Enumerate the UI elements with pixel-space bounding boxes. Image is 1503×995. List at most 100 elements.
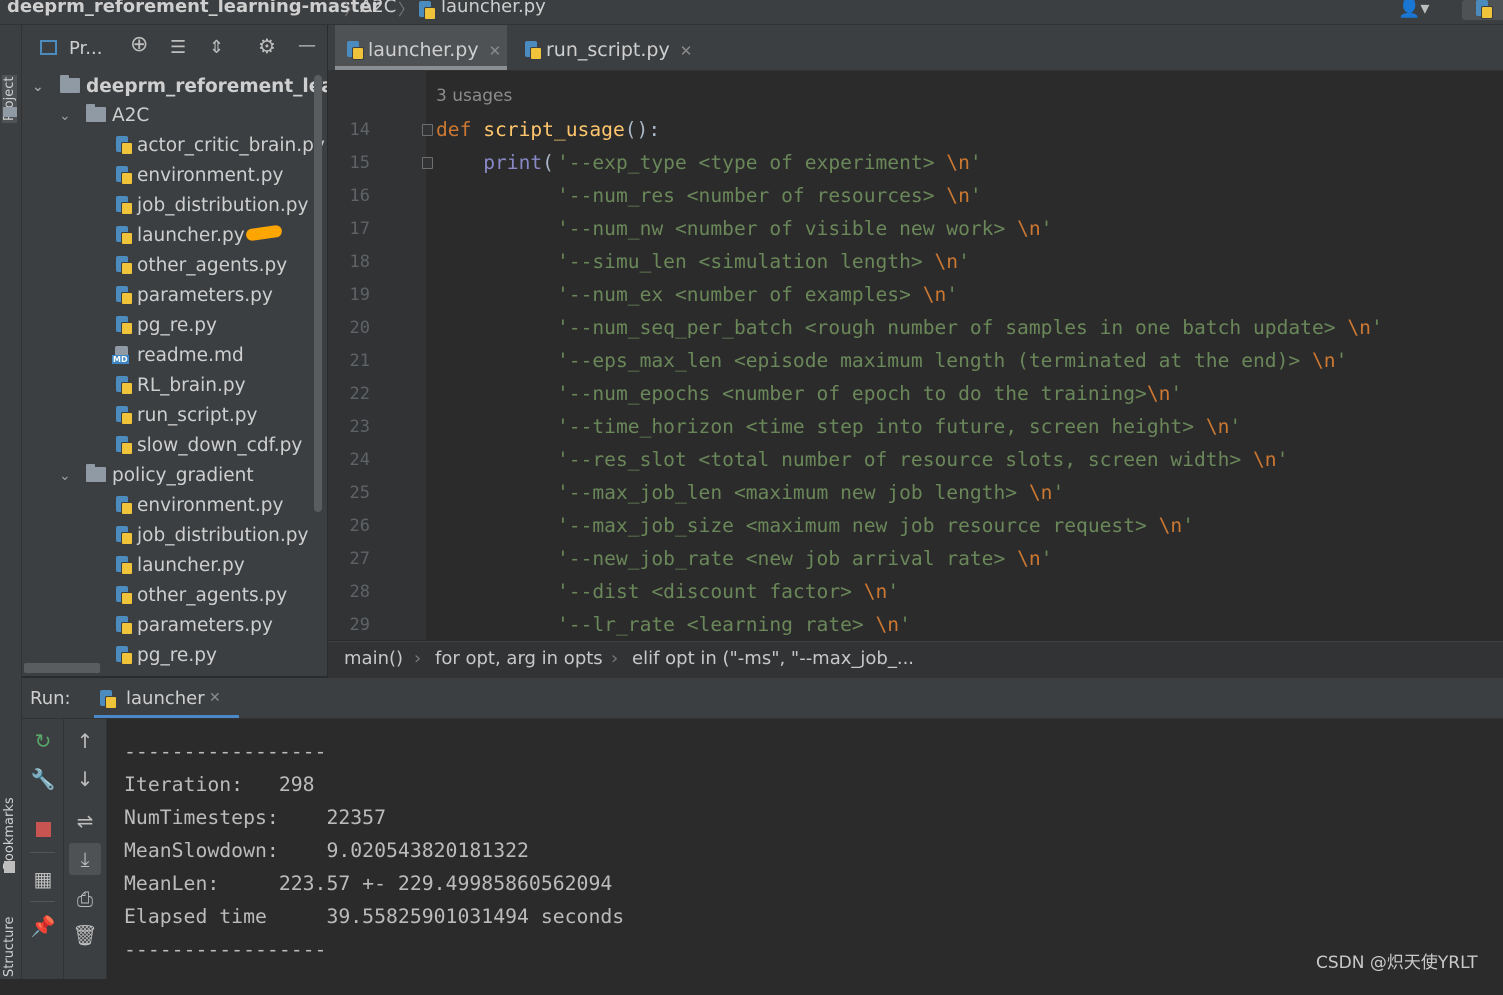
code-line: '--num_nw <number of visible new work> \… xyxy=(557,217,1053,240)
close-icon[interactable]: ✕ xyxy=(209,690,221,706)
python-file-icon xyxy=(523,41,542,60)
layout-icon[interactable]: ▦ xyxy=(22,867,64,891)
nav-project[interactable]: deeprm_reforement_learning-master xyxy=(7,0,380,17)
hide-panel-icon[interactable]: — xyxy=(298,37,316,55)
markdown-file-icon xyxy=(112,346,132,364)
wrench-icon[interactable]: 🔧 xyxy=(22,767,64,791)
horizontal-scrollbar[interactable] xyxy=(24,663,100,673)
collapse-all-icon[interactable]: ⇕ xyxy=(209,39,224,57)
console-line: ----------------- xyxy=(124,740,327,763)
fold-marker-icon[interactable] xyxy=(422,124,433,136)
project-folder-icon xyxy=(3,107,17,117)
code-line: '--exp_type <type of experiment> \n' xyxy=(557,151,982,174)
line-number: 28 xyxy=(349,582,370,602)
folder-icon xyxy=(60,75,80,93)
breadcrumb-item[interactable]: elif opt in ("-ms", "--max_job_... xyxy=(632,648,914,669)
python-file-icon xyxy=(114,616,133,635)
expand-all-icon[interactable]: ☰ xyxy=(170,39,186,57)
code-line: '--simu_len <simulation length> \n' xyxy=(557,250,970,273)
tree-file[interactable]: parameters.py xyxy=(114,281,273,311)
tree-file[interactable]: environment.py xyxy=(114,491,283,521)
python-file-icon xyxy=(114,136,133,155)
tree-file[interactable]: launcher.py xyxy=(114,551,245,581)
tree-file[interactable]: job_distribution.py xyxy=(114,521,308,551)
project-panel-title[interactable]: Pr... xyxy=(69,38,102,59)
nav-separator-icon: 〉 xyxy=(344,0,361,19)
project-toolbar: Pr... ⊕ ☰ ⇕ ⚙ — xyxy=(22,25,327,71)
arrow-up-icon[interactable]: ↑ xyxy=(64,729,106,753)
close-icon[interactable]: ✕ xyxy=(489,42,502,60)
tree-file[interactable]: pg_re.py xyxy=(114,311,217,341)
project-tool-tab[interactable]: Project xyxy=(0,63,21,143)
close-icon[interactable]: ✕ xyxy=(680,42,693,60)
run-toolbar-primary: ↻ 🔧 ▦ 📌 xyxy=(22,719,64,979)
code-line: '--max_job_size <maximum new job resourc… xyxy=(557,514,1195,537)
breadcrumb-item[interactable]: main() xyxy=(344,648,403,669)
usages-hint[interactable]: 3 usages xyxy=(436,86,512,106)
tree-file[interactable]: other_agents.py xyxy=(114,581,287,611)
python-file-icon xyxy=(114,226,133,245)
nav-file[interactable]: launcher.py xyxy=(441,0,546,17)
tree-file-selected[interactable]: launcher.py xyxy=(114,221,283,251)
soft-wrap-icon[interactable]: ⇌ xyxy=(64,809,106,833)
print-icon[interactable]: ⎙ xyxy=(64,887,106,911)
stop-icon[interactable] xyxy=(35,822,51,837)
editor-tabs: launcher.py ✕ run_script.py ✕ xyxy=(328,25,1503,71)
chevron-down-icon: ⌄ xyxy=(59,468,71,484)
rerun-icon[interactable]: ↻ xyxy=(22,729,64,753)
watermark: CSDN @炽天使YRLT xyxy=(1316,953,1478,973)
console-line: Iteration: 298 xyxy=(124,773,315,796)
code-line: '--res_slot <total number of resource sl… xyxy=(557,448,1289,471)
python-interpreter-button[interactable] xyxy=(1462,0,1503,20)
user-account-icon[interactable]: 👤▾ xyxy=(1398,0,1429,19)
gear-icon[interactable]: ⚙ xyxy=(258,36,276,56)
line-number: 22 xyxy=(349,384,370,404)
tree-file[interactable]: slow_down_cdf.py xyxy=(114,431,302,461)
console-line: NumTimesteps: 22357 xyxy=(124,806,387,829)
locate-file-icon[interactable]: ⊕ xyxy=(130,34,148,56)
run-config-tab[interactable]: launcher ✕ xyxy=(94,678,239,718)
line-number: 25 xyxy=(349,483,370,503)
tree-file[interactable]: pg_re.py xyxy=(114,641,217,671)
bookmarks-tool-tab[interactable]: Bookmarks xyxy=(0,765,21,875)
breadcrumb-item[interactable]: for opt, arg in opts xyxy=(435,648,603,669)
python-file-icon xyxy=(114,256,133,275)
arrow-down-icon[interactable]: ↓ xyxy=(64,767,106,791)
line-number: 29 xyxy=(349,615,370,635)
tree-file[interactable]: other_agents.py xyxy=(114,251,287,281)
tree-file[interactable]: readme.md xyxy=(112,341,244,371)
line-number: 23 xyxy=(349,417,370,437)
tab-run-script-py[interactable]: run_script.py ✕ xyxy=(518,25,693,70)
line-number: 19 xyxy=(349,285,370,305)
console-line: MeanLen: 223.57 +- 229.49985860562094 xyxy=(124,872,613,895)
python-icon xyxy=(1474,0,1493,19)
line-number: 26 xyxy=(349,516,370,536)
tree-file[interactable]: parameters.py xyxy=(114,611,273,641)
vertical-scrollbar[interactable] xyxy=(314,75,322,512)
tree-file[interactable]: environment.py xyxy=(114,161,283,191)
python-file-icon xyxy=(114,196,133,215)
project-panel: Pr... ⊕ ☰ ⇕ ⚙ — ⌄ deeprm_reforement_lear… xyxy=(22,25,327,676)
structure-tool-tab[interactable]: Structure xyxy=(0,905,21,995)
trash-icon[interactable]: 🗑 xyxy=(64,923,106,947)
run-label: Run: xyxy=(30,688,71,709)
tab-launcher-py[interactable]: launcher.py ✕ xyxy=(335,25,507,70)
scroll-to-end-icon[interactable]: ⤓ xyxy=(69,843,101,875)
fold-marker-icon[interactable] xyxy=(422,157,433,169)
run-panel-header: Run: launcher ✕ xyxy=(22,678,1503,719)
tree-file[interactable]: run_script.py xyxy=(114,401,257,431)
line-number: 27 xyxy=(349,549,370,569)
nav-folder[interactable]: A2C xyxy=(360,0,396,17)
pin-icon[interactable]: 📌 xyxy=(22,914,64,938)
code-editor[interactable]: 14 15 16 17 18 19 20 21 22 23 24 25 26 27 28 29 3 usage… xyxy=(328,71,1503,640)
run-console[interactable]: ----------------- Iteration: 298 NumTime… xyxy=(107,719,1503,979)
code-line: def script_usage(): xyxy=(436,118,661,141)
tree-file[interactable]: RL_brain.py xyxy=(114,371,246,401)
folder-icon xyxy=(86,464,106,482)
code-breadcrumb: main() › for opt, arg in opts › elif opt… xyxy=(328,641,1503,678)
code-line: '--eps_max_len <episode maximum length (… xyxy=(557,349,1348,372)
python-file-icon xyxy=(114,406,133,425)
python-file-icon xyxy=(114,166,133,185)
tree-file[interactable]: actor_critic_brain.py xyxy=(114,131,325,161)
tree-file[interactable]: job_distribution.py xyxy=(114,191,308,221)
